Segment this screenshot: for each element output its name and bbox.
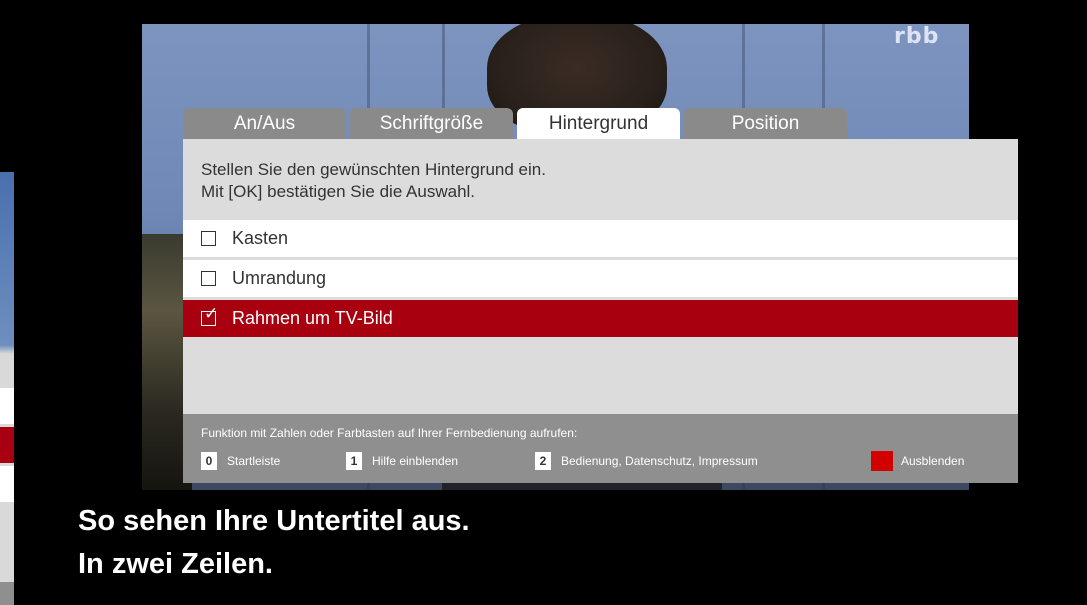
subtitle-line-1: So sehen Ihre Untertitel aus. <box>78 505 470 537</box>
option-rahmen-um-tv-bild[interactable]: ✓ Rahmen um TV-Bild <box>183 300 1018 337</box>
checkbox-empty-icon <box>201 231 216 246</box>
channel-logo: rbb <box>894 24 940 49</box>
subtitle-settings-panel: Stellen Sie den gewünschten Hintergrund … <box>183 139 1018 483</box>
tab-an-aus[interactable]: An/Aus <box>183 108 346 139</box>
instruction-line-2: Mit [OK] bestätigen Sie die Auswahl. <box>201 182 476 201</box>
option-label: Umrandung <box>232 268 327 288</box>
number-key-2-icon: 2 <box>535 452 551 470</box>
settings-tabs: An/Aus Schriftgröße Hintergrund Position <box>183 108 851 139</box>
checkbox-checked-icon: ✓ <box>201 306 218 326</box>
sliver-footer <box>0 582 14 605</box>
option-kasten[interactable]: Kasten <box>183 220 1018 257</box>
key-label: Bedienung, Datenschutz, Impressum <box>561 454 758 468</box>
sliver-row-selected <box>0 427 14 463</box>
checkbox-empty-icon <box>201 271 216 286</box>
instruction-line-1: Stellen Sie den gewünschten Hintergrund … <box>201 160 546 179</box>
subtitle-preview: So sehen Ihre Untertitel aus. In zwei Ze… <box>78 500 470 586</box>
number-key-1-icon: 1 <box>346 452 362 470</box>
key-label: Startleiste <box>227 454 281 468</box>
number-key-0-icon: 0 <box>201 452 217 470</box>
key-label: Hilfe einblenden <box>372 454 459 468</box>
option-umrandung[interactable]: Umrandung <box>183 260 1018 297</box>
option-label: Rahmen um TV-Bild <box>232 308 393 328</box>
subtitle-line-2: In zwei Zeilen. <box>78 548 273 580</box>
key-startleiste[interactable]: 0 Startleiste <box>201 451 280 471</box>
instructions: Stellen Sie den gewünschten Hintergrund … <box>201 159 546 203</box>
red-key-icon <box>871 451 893 471</box>
footer-keys: 0 Startleiste 1 Hilfe einblenden 2 Bedie… <box>201 451 1001 471</box>
sliver-row <box>0 466 14 502</box>
option-label: Kasten <box>232 228 289 248</box>
tab-schriftgroesse[interactable]: Schriftgröße <box>350 108 513 139</box>
tab-position[interactable]: Position <box>684 108 847 139</box>
key-bedienung[interactable]: 2 Bedienung, Datenschutz, Impressum <box>535 451 758 471</box>
sliver-row <box>0 388 14 424</box>
menu-footer: Funktion mit Zahlen oder Farbtasten auf … <box>183 414 1018 483</box>
key-label: Ausblenden <box>901 454 965 468</box>
tab-hintergrund[interactable]: Hintergrund <box>517 108 680 139</box>
key-ausblenden[interactable]: Ausblenden <box>871 451 964 471</box>
footer-hint: Funktion mit Zahlen oder Farbtasten auf … <box>201 426 578 440</box>
key-hilfe-einblenden[interactable]: 1 Hilfe einblenden <box>346 451 458 471</box>
background-menu-sliver <box>0 172 14 605</box>
